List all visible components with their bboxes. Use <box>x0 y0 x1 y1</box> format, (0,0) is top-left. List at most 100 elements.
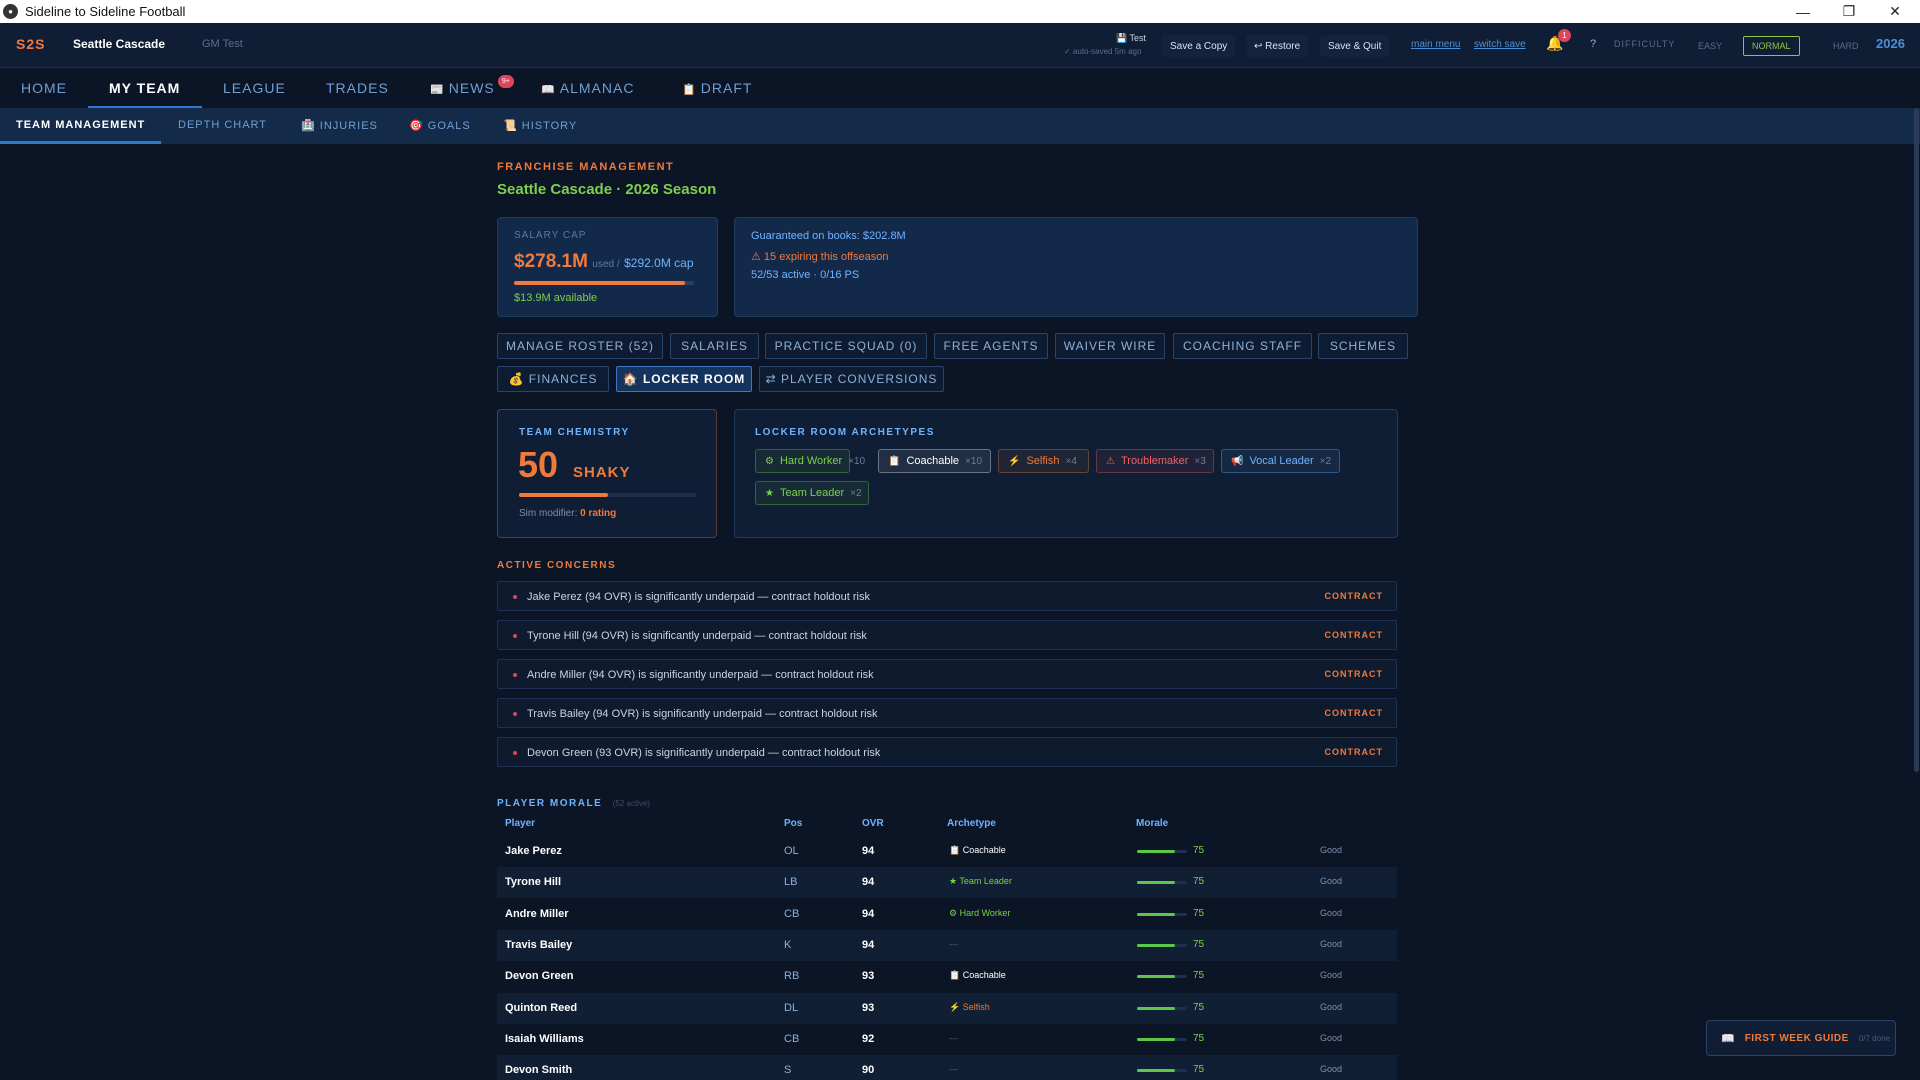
team-chemistry-label: TEAM CHEMISTRY <box>519 427 630 438</box>
player-conversions-button[interactable]: ⇄ PLAYER CONVERSIONS <box>759 366 944 392</box>
nav-league[interactable]: LEAGUE <box>223 80 286 96</box>
locker-room-button[interactable]: 🏠 LOCKER ROOM <box>616 366 752 392</box>
table-row[interactable]: Quinton Reed DL 93 ⚡ Selfish 75 Good <box>497 992 1397 1024</box>
restore-button[interactable]: ↩ Restore <box>1246 35 1309 57</box>
nav-draft[interactable]: 📋 DRAFT <box>682 80 752 96</box>
morale-bar-fill <box>1137 1006 1175 1010</box>
col-morale[interactable]: Morale <box>1136 818 1168 829</box>
restore-window-icon[interactable]: ❐ <box>1826 0 1872 23</box>
subtab-goals[interactable]: 🎯 GOALS <box>409 119 471 132</box>
window-titlebar: ● Sideline to Sideline Football — ❐ ✕ <box>0 0 1920 23</box>
player-archetype: — <box>949 1064 958 1075</box>
archetype-chip[interactable]: ⚠ Troublemaker ×3 <box>1096 449 1214 473</box>
app-logo[interactable]: S2S <box>16 36 45 52</box>
concern-item[interactable]: Tyrone Hill (94 OVR) is significantly un… <box>497 620 1397 650</box>
table-row[interactable]: Isaiah Williams CB 92 — 75 Good <box>497 1024 1397 1055</box>
coaching-staff-button[interactable]: COACHING STAFF <box>1173 333 1312 359</box>
save-quit-button[interactable]: Save & Quit <box>1320 35 1390 57</box>
nav-my-team[interactable]: MY TEAM <box>109 80 180 96</box>
archetype-chip[interactable]: ★ Team Leader ×2 <box>755 481 869 505</box>
switch-save-link[interactable]: switch save <box>1474 39 1526 50</box>
morale-mood: Good <box>1320 1064 1343 1075</box>
concern-item[interactable]: Travis Bailey (94 OVR) is significantly … <box>497 698 1397 728</box>
difficulty-normal[interactable]: NORMAL <box>1743 36 1800 56</box>
player-name: Jake Perez <box>505 845 562 857</box>
archetype-chip[interactable]: ⚙ Hard Worker ×10 <box>755 449 865 473</box>
morale-bar <box>1137 1006 1187 1010</box>
finances-button[interactable]: 💰 FINANCES <box>497 366 609 392</box>
free-agents-button[interactable]: FREE AGENTS <box>934 333 1048 359</box>
archetype-icon: ⚠ <box>1106 455 1115 467</box>
table-row[interactable]: Devon Smith S 90 — 75 Good <box>497 1055 1397 1080</box>
concern-text: Travis Bailey (94 OVR) is significantly … <box>527 708 878 720</box>
archetype-name: Vocal Leader <box>1249 455 1314 467</box>
player-archetype: — <box>949 1032 958 1043</box>
page-scrollbar[interactable] <box>1914 108 1919 772</box>
col-player[interactable]: Player <box>505 818 535 829</box>
difficulty-easy[interactable]: EASY <box>1690 36 1730 56</box>
nav-almanac[interactable]: 📖 ALMANAC <box>541 80 634 96</box>
archetype-chip[interactable]: 📋 Coachable ×10 <box>878 449 991 473</box>
subtab-history-label: HISTORY <box>521 120 578 132</box>
col-ovr[interactable]: OVR <box>862 818 884 829</box>
save-copy-button[interactable]: Save a Copy <box>1162 35 1236 57</box>
difficulty-hard[interactable]: HARD <box>1825 36 1867 56</box>
minimize-icon[interactable]: — <box>1780 0 1826 23</box>
nav-draft-label: DRAFT <box>700 80 753 96</box>
morale-value: 75 <box>1193 876 1205 888</box>
morale-bar <box>1137 912 1187 916</box>
table-row[interactable]: Jake Perez OL 94 📋 Coachable 75 Good <box>497 836 1397 867</box>
expiring-contracts: ⚠ 15 expiring this offseason <box>751 251 889 263</box>
col-archetype[interactable]: Archetype <box>947 818 996 829</box>
cap-available: $13.9M available <box>514 292 598 304</box>
help-button[interactable]: ? <box>1590 38 1596 50</box>
close-icon[interactable]: ✕ <box>1872 0 1918 23</box>
archetype-chip[interactable]: ⚡ Selfish ×4 <box>998 449 1089 473</box>
player-archetype: ⚙ Hard Worker <box>949 907 1011 918</box>
manage-roster-button[interactable]: MANAGE ROSTER (52) <box>497 333 663 359</box>
table-row[interactable]: Andre Miller CB 94 ⚙ Hard Worker 75 Good <box>497 899 1397 930</box>
table-row[interactable]: Travis Bailey K 94 — 75 Good <box>497 929 1397 961</box>
archetype-icon: 📋 <box>888 455 901 467</box>
morale-bar <box>1137 1037 1187 1041</box>
col-pos[interactable]: Pos <box>784 818 802 829</box>
nav-trades[interactable]: TRADES <box>326 80 389 96</box>
table-row[interactable]: Devon Green RB 93 📋 Coachable 75 Good <box>497 961 1397 992</box>
player-ovr: 94 <box>862 907 875 920</box>
concern-item[interactable]: Devon Green (93 OVR) is significantly un… <box>497 737 1397 767</box>
morale-bar <box>1137 881 1187 885</box>
morale-value: 75 <box>1193 1001 1205 1013</box>
alert-dot-icon <box>513 595 517 599</box>
schemes-button[interactable]: SCHEMES <box>1318 333 1408 359</box>
subtab-history[interactable]: 📜 HISTORY <box>503 119 577 132</box>
concern-item[interactable]: Andre Miller (94 OVR) is significantly u… <box>497 659 1397 689</box>
nav-home[interactable]: HOME <box>21 80 67 96</box>
concern-tag: CONTRACT <box>1324 708 1383 718</box>
player-name: Devon Green <box>505 970 574 983</box>
player-position: CB <box>784 1032 800 1045</box>
cap-used-suffix: used / <box>592 259 620 270</box>
salaries-button[interactable]: SALARIES <box>670 333 759 359</box>
morale-bar <box>1137 1069 1187 1073</box>
subtab-team-management[interactable]: TEAM MANAGEMENT <box>16 119 145 131</box>
morale-mood: Good <box>1320 1001 1343 1012</box>
first-week-guide-button[interactable]: 📖 FIRST WEEK GUIDE 0/7 done <box>1706 1020 1896 1056</box>
archetype-chip[interactable]: 📢 Vocal Leader ×2 <box>1221 449 1340 473</box>
subtab-injuries[interactable]: 🏥 INJURIES <box>301 119 378 132</box>
notification-badge: 1 <box>1558 29 1571 42</box>
subtab-injuries-label: INJURIES <box>319 120 378 132</box>
waiver-wire-button[interactable]: WAIVER WIRE <box>1055 333 1165 359</box>
save-icon: 💾 <box>1116 33 1130 43</box>
player-position: DL <box>784 1001 799 1014</box>
main-menu-link[interactable]: main menu <box>1411 39 1460 50</box>
archetype-icon: ★ <box>765 487 774 499</box>
practice-squad-button[interactable]: PRACTICE SQUAD (0) <box>765 333 927 359</box>
app-header: S2S Seattle Cascade GM Test 💾 Test ✓ aut… <box>0 23 1920 68</box>
morale-bar <box>1137 943 1187 947</box>
subtab-depth-chart[interactable]: DEPTH CHART <box>178 119 267 131</box>
nav-news[interactable]: 📰 NEWS <box>430 80 495 96</box>
table-row[interactable]: Tyrone Hill LB 94 ★ Team Leader 75 Good <box>497 867 1397 899</box>
book-icon: 📖 <box>541 84 560 96</box>
concern-item[interactable]: Jake Perez (94 OVR) is significantly und… <box>497 581 1397 611</box>
subtab-goals-label: GOALS <box>427 120 471 132</box>
